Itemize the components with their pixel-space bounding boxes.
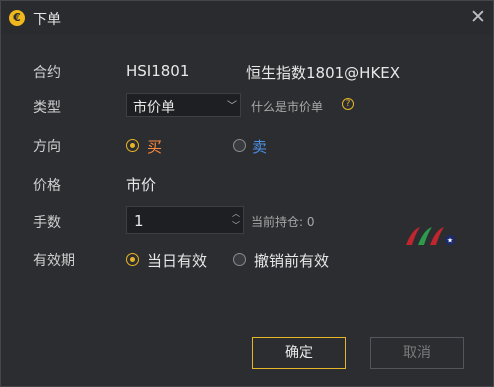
validity-gtc-radio[interactable] — [233, 253, 246, 266]
validity-day-radio[interactable] — [126, 253, 139, 266]
validity-gtc-label[interactable]: 撤销前有效 — [254, 250, 329, 271]
order-type-value: 市价单 — [133, 100, 175, 116]
quantity-value[interactable]: 1 — [134, 212, 144, 230]
type-label: 类型 — [33, 100, 61, 116]
contract-label: 合约 — [33, 65, 61, 81]
dialog-title: 下单 — [33, 12, 61, 28]
position-hint: 当前持仓: 0 — [251, 215, 315, 229]
close-icon[interactable]: ✕ — [467, 6, 489, 28]
chevron-down-icon: ﹀ — [227, 101, 237, 112]
buy-radio[interactable] — [126, 139, 139, 152]
type-help-link[interactable]: 什么是市价单 — [251, 98, 323, 115]
brand-logo-icon: ★ — [406, 227, 455, 245]
svg-text:★: ★ — [447, 237, 453, 245]
contract-code: HSI1801 — [126, 62, 190, 80]
chevron-down-icon[interactable]: ﹀ — [232, 222, 240, 230]
title-bar: € 下单 ✕ — [1, 1, 493, 35]
direction-label: 方向 — [33, 139, 61, 155]
sell-radio[interactable] — [233, 139, 246, 152]
price-value: 市价 — [126, 176, 157, 194]
cancel-button[interactable]: 取消 — [370, 337, 464, 369]
chevron-up-icon[interactable]: ︿ — [232, 210, 240, 218]
order-dialog: € 下单 ✕ 合约 HSI1801 恒生指数1801@HKEX 类型 市价单 ﹀… — [0, 0, 494, 387]
buy-label[interactable]: 买 — [147, 136, 162, 157]
app-logo-icon: € — [9, 10, 25, 26]
price-label: 价格 — [33, 178, 61, 194]
contract-name: 恒生指数1801@HKEX — [246, 64, 401, 82]
quantity-stepper[interactable]: 1 ︿ ﹀ — [126, 206, 244, 234]
question-icon[interactable]: ? — [342, 98, 354, 110]
sell-label[interactable]: 卖 — [252, 136, 267, 157]
validity-label: 有效期 — [33, 253, 75, 269]
validity-day-label[interactable]: 当日有效 — [147, 250, 207, 271]
order-type-select[interactable]: 市价单 ﹀ — [126, 93, 241, 117]
quantity-label: 手数 — [33, 215, 61, 231]
confirm-button[interactable]: 确定 — [252, 337, 346, 369]
